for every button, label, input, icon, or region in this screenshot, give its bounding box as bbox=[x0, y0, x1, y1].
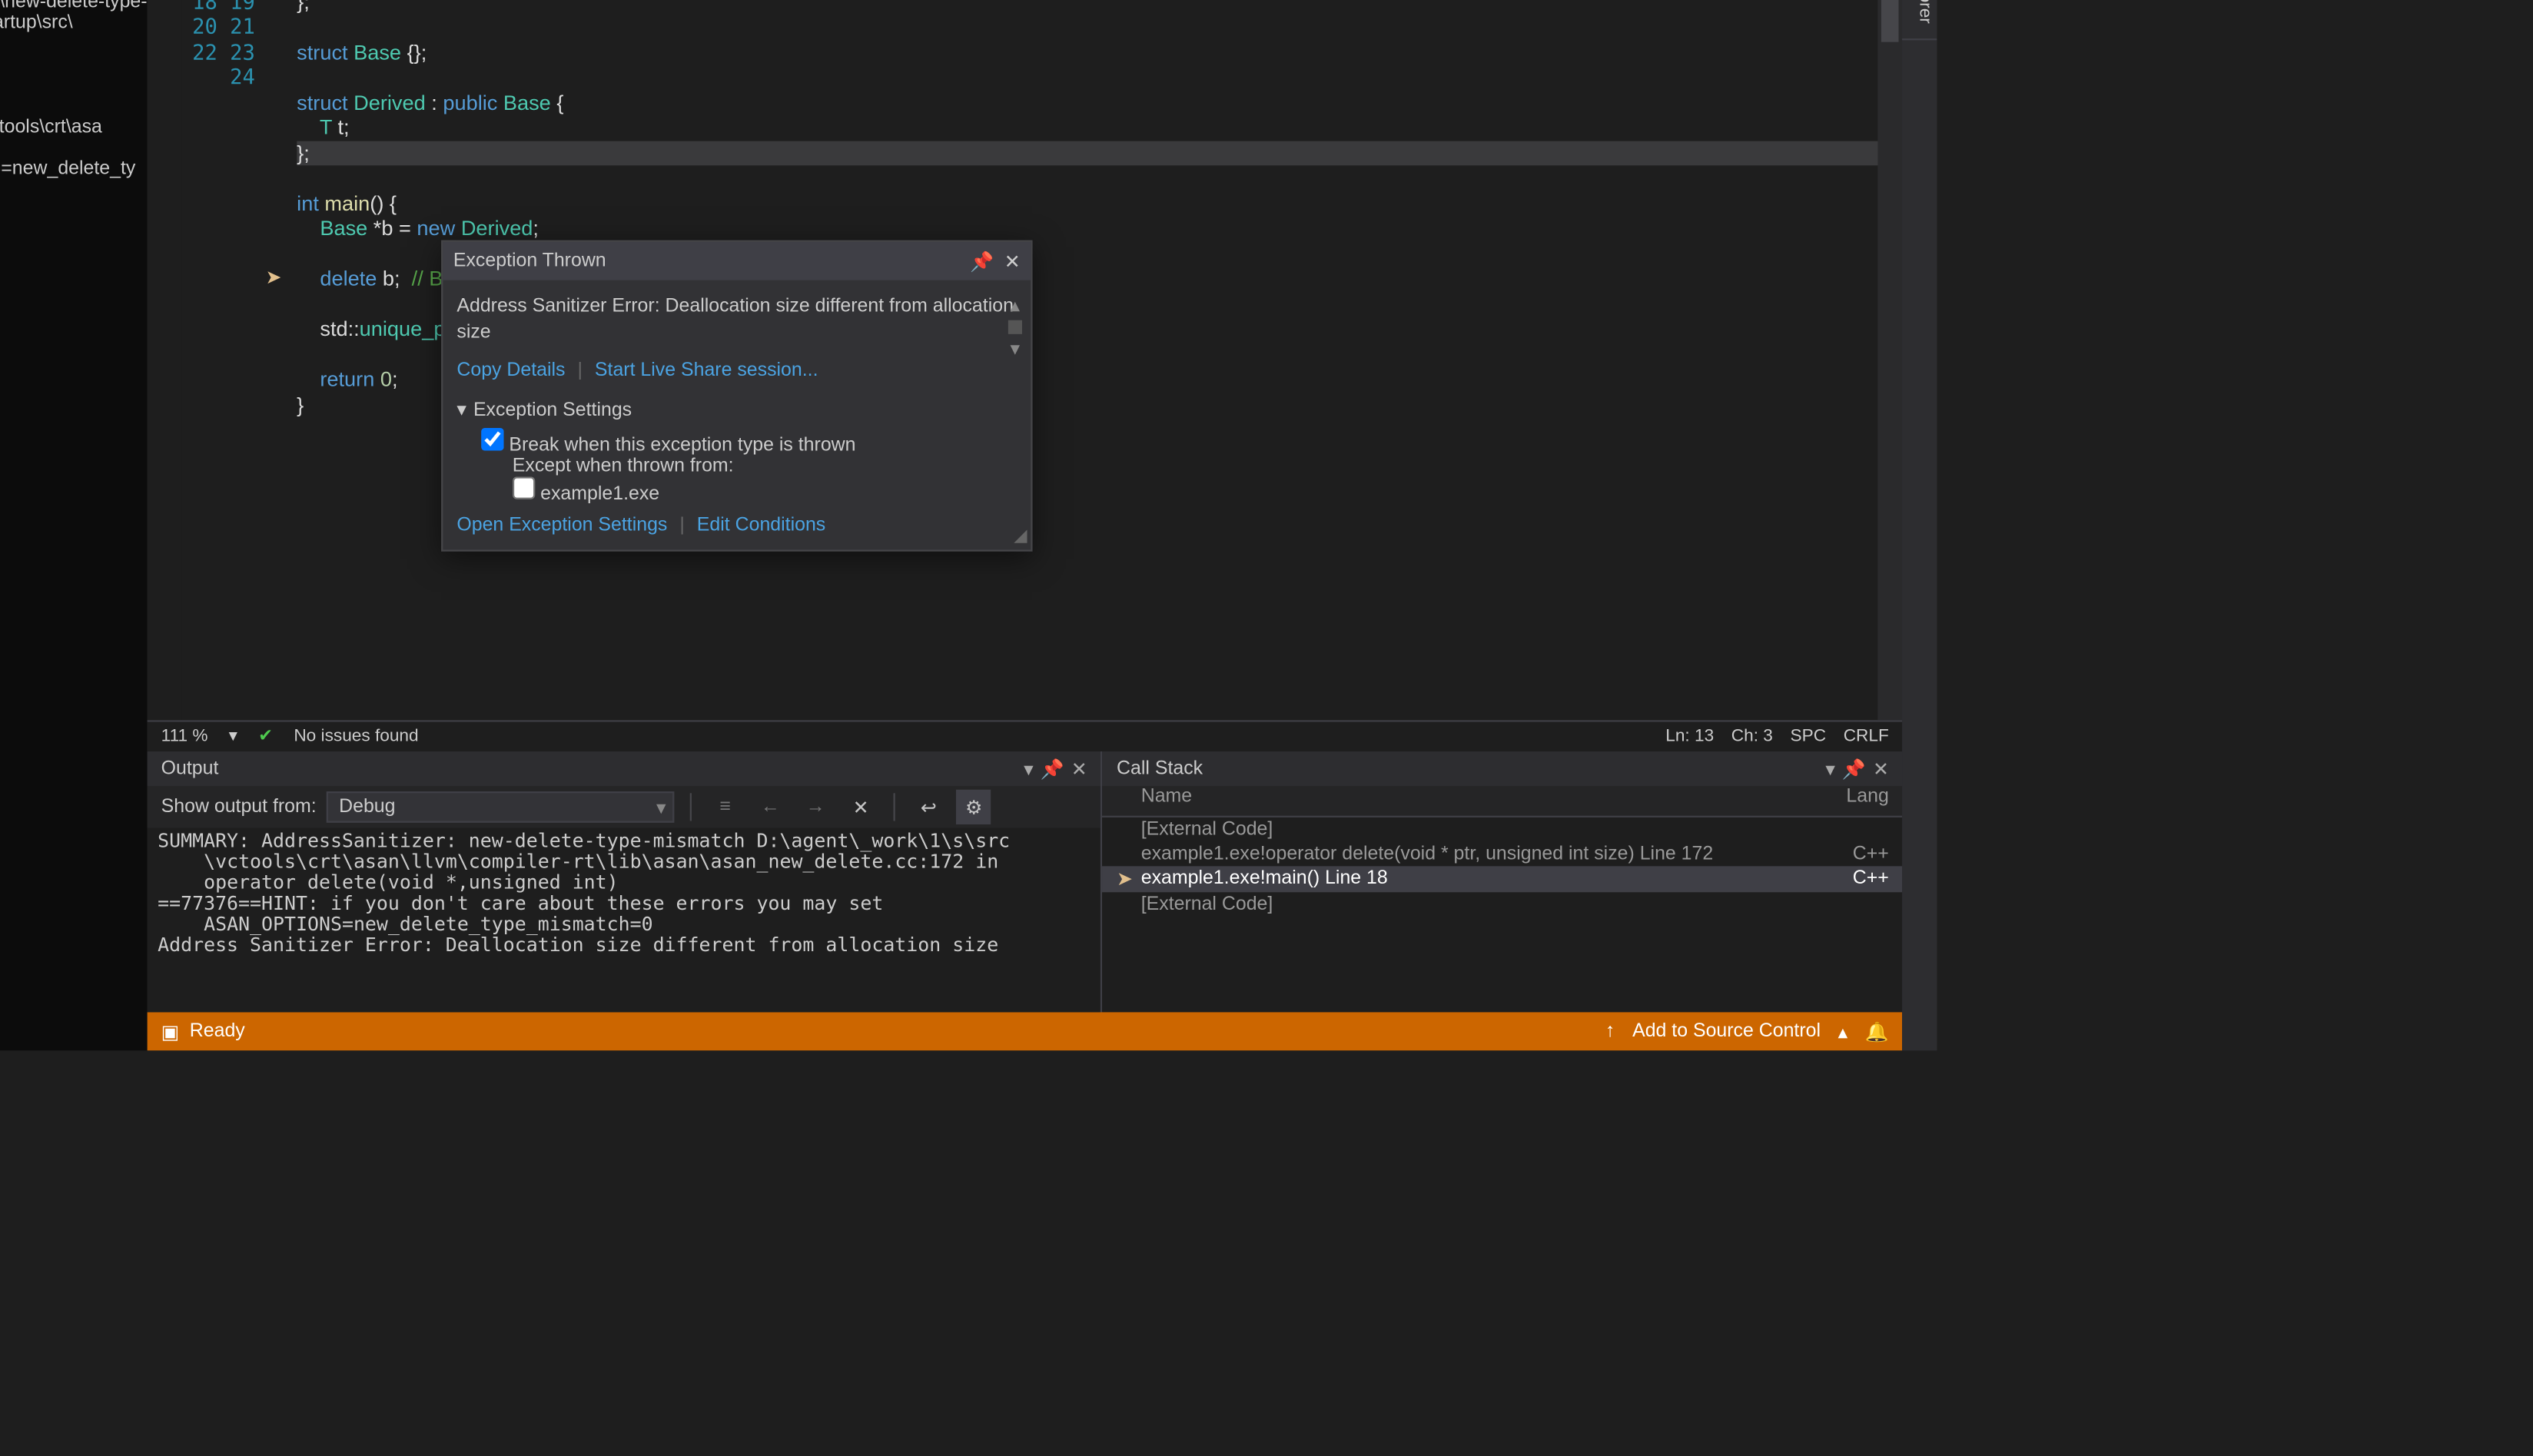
output-text[interactable]: SUMMARY: AddressSanitizer: new-delete-ty… bbox=[148, 828, 1101, 1013]
word-wrap-icon[interactable]: ↩ bbox=[911, 790, 946, 824]
except-item-checkbox[interactable]: example1.exe bbox=[513, 483, 659, 504]
open-exception-settings-link[interactable]: Open Exception Settings bbox=[456, 515, 667, 536]
prev-icon[interactable]: ← bbox=[753, 790, 788, 824]
callstack-title: Call Stack bbox=[1117, 758, 1203, 779]
live-share-link[interactable]: Start Live Share session... bbox=[595, 360, 818, 381]
outline-margin[interactable]: ⊟ ⊟ ⊟ ⊟ bbox=[269, 0, 290, 720]
line-indicator[interactable]: Ln: 13 bbox=[1665, 727, 1714, 746]
zoom-level[interactable]: 111 % bbox=[161, 727, 208, 746]
pane-dropdown-icon[interactable]: ▾ bbox=[1024, 758, 1034, 780]
pane-close-icon[interactable]: ✕ bbox=[1071, 758, 1087, 780]
code-editor[interactable]: 1 2 3 4 5 6 7 8 9 10 11 12 13 14 15 16 1… bbox=[148, 0, 1903, 720]
glyph-margin[interactable] bbox=[148, 0, 182, 720]
status-ready: Ready bbox=[190, 1021, 245, 1042]
chevron-down-icon: ▾ bbox=[456, 399, 466, 421]
vs-window: File Edit View Git Project Build Debug T… bbox=[148, 0, 1938, 1050]
chevron-up-icon[interactable]: ▴ bbox=[1838, 1020, 1848, 1043]
chevron-down-icon[interactable]: ▾ bbox=[229, 727, 237, 746]
show-output-label: Show output from: bbox=[161, 797, 317, 818]
exception-message: Address Sanitizer Error: Deallocation si… bbox=[443, 280, 1031, 360]
side-tabs: Solution Explorer Team Explorer bbox=[1903, 0, 1937, 1050]
spaces-indicator[interactable]: SPC bbox=[1791, 727, 1827, 746]
output-title: Output bbox=[161, 758, 219, 779]
line-numbers: 1 2 3 4 5 6 7 8 9 10 11 12 13 14 15 16 1… bbox=[182, 0, 269, 720]
output-settings-icon[interactable]: ⚙ bbox=[956, 790, 991, 824]
callstack-header[interactable]: Name Lang bbox=[1103, 786, 1903, 818]
exception-popup: Exception Thrown 📌 ✕ Address Sanitizer E… bbox=[441, 240, 1032, 552]
output-pane: Output ▾ 📌 ✕ Show output from: Debug ≡ bbox=[148, 751, 1103, 1012]
vs-statusbar: ▣ Ready ↑ Add to Source Control ▴ 🔔 bbox=[148, 1012, 1903, 1050]
edit-conditions-link[interactable]: Edit Conditions bbox=[697, 515, 825, 536]
char-indicator[interactable]: Ch: 3 bbox=[1731, 727, 1773, 746]
upload-icon: ↑ bbox=[1605, 1021, 1615, 1042]
check-icon: ✔ bbox=[258, 727, 273, 746]
current-line-arrow-icon: ➤ bbox=[265, 267, 281, 292]
vertical-scrollbar[interactable] bbox=[1878, 0, 1903, 720]
callstack-row[interactable]: ➤example1.exe!main() Line 18C++ bbox=[1103, 866, 1903, 892]
console-window: ▣ C:\MSDN\cpp-docs-pr\docs\c-language\AS… bbox=[0, 0, 148, 1050]
editor-statusbar: 111 % ▾ ✔ No issues found Ln: 13 Ch: 3 S… bbox=[148, 720, 1903, 751]
close-icon[interactable]: ✕ bbox=[1004, 250, 1021, 272]
callstack-pane: Call Stack ▾ 📌 ✕ Name Lang bbox=[1103, 751, 1903, 1012]
clear-icon[interactable]: ✕ bbox=[843, 790, 878, 824]
callstack-row[interactable]: [External Code] bbox=[1103, 892, 1903, 917]
console-output: ========================================… bbox=[0, 0, 148, 1050]
exception-settings-toggle[interactable]: ▾ Exception Settings bbox=[456, 399, 1017, 421]
exception-scrollbar[interactable]: ▴▾ bbox=[1003, 294, 1027, 360]
callstack-row[interactable]: [External Code] bbox=[1103, 818, 1903, 842]
find-icon[interactable]: ≡ bbox=[708, 790, 742, 824]
exception-title: Exception Thrown bbox=[453, 250, 606, 271]
pane-pin-icon[interactable]: 📌 bbox=[1842, 758, 1866, 780]
notifications-icon[interactable]: 🔔 bbox=[1865, 1020, 1889, 1043]
pane-pin-icon[interactable]: 📌 bbox=[1041, 758, 1064, 780]
callstack-row[interactable]: example1.exe!operator delete(void * ptr,… bbox=[1103, 842, 1903, 867]
output-source-combo[interactable]: Debug bbox=[327, 791, 675, 823]
pane-dropdown-icon[interactable]: ▾ bbox=[1825, 758, 1835, 780]
resize-grip-icon[interactable]: ◢ bbox=[1014, 527, 1027, 546]
issues-status[interactable]: No issues found bbox=[294, 727, 418, 746]
copy-details-link[interactable]: Copy Details bbox=[456, 360, 565, 381]
team-explorer-tab[interactable]: Team Explorer bbox=[1903, 0, 1937, 40]
next-icon[interactable]: → bbox=[798, 790, 833, 824]
lineending-indicator[interactable]: CRLF bbox=[1844, 727, 1889, 746]
add-source-control[interactable]: Add to Source Control bbox=[1632, 1021, 1821, 1042]
callstack-body[interactable]: [External Code]example1.exe!operator del… bbox=[1103, 818, 1903, 1012]
break-checkbox[interactable]: Break when this exception type is thrown bbox=[481, 435, 855, 456]
pin-icon[interactable]: 📌 bbox=[970, 250, 994, 272]
status-icon: ▣ bbox=[161, 1020, 180, 1043]
exception-header[interactable]: Exception Thrown 📌 ✕ bbox=[443, 242, 1031, 280]
pane-close-icon[interactable]: ✕ bbox=[1873, 758, 1889, 780]
except-label: Except when thrown from: bbox=[513, 456, 1017, 476]
